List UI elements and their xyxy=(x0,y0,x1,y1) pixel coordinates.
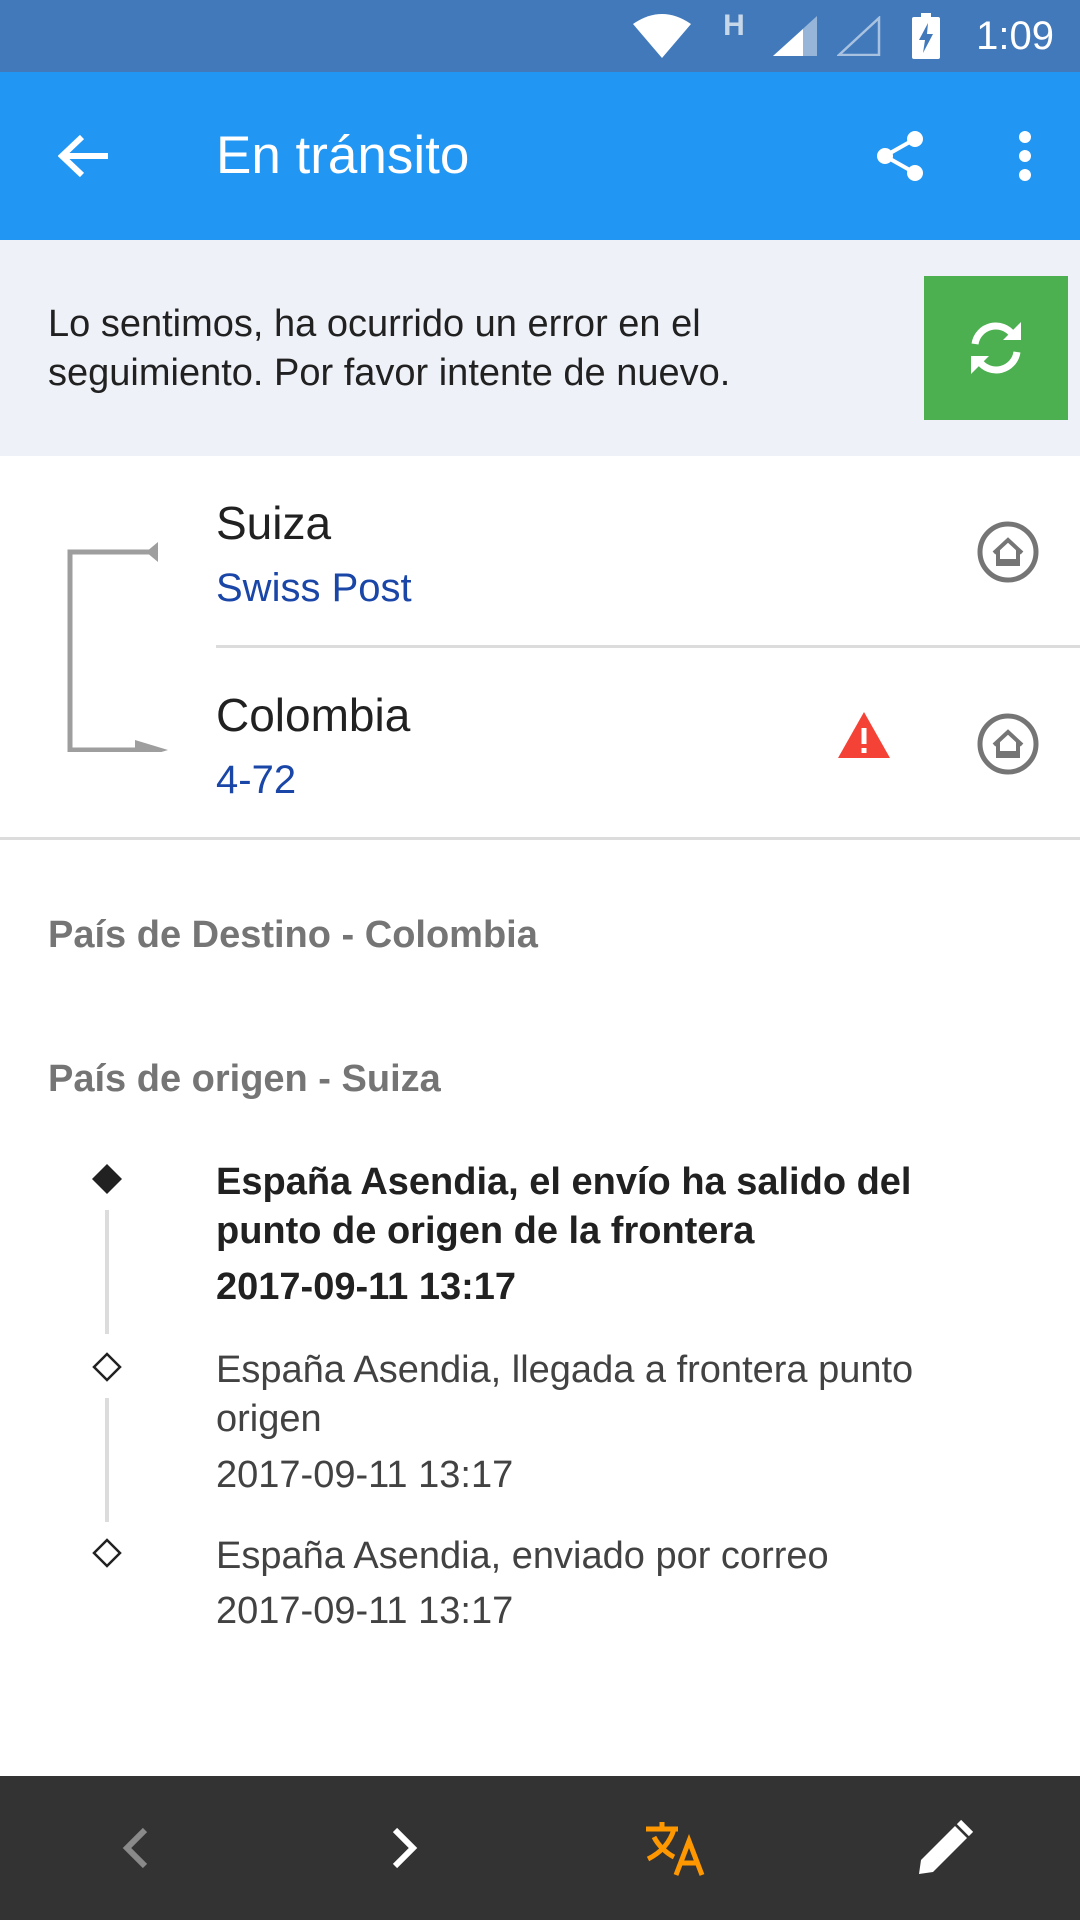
back-button[interactable] xyxy=(40,116,128,196)
refresh-icon xyxy=(971,322,1021,374)
more-options-button[interactable] xyxy=(990,116,1060,196)
app-bar: En tránsito xyxy=(0,72,1080,240)
translate-button[interactable] xyxy=(540,1776,810,1920)
signal-empty-icon xyxy=(836,0,882,72)
next-button[interactable] xyxy=(270,1776,540,1920)
error-message: Lo sentimos, ha ocurrido un error en el … xyxy=(48,303,731,394)
destination-section-header: País de Destino - Colombia xyxy=(48,914,538,956)
carrier-home-icon[interactable] xyxy=(976,520,1040,584)
origin-section-header: País de origen - Suiza xyxy=(48,1058,441,1100)
event-time: 2017-09-11 13:17 xyxy=(216,1454,514,1496)
destination-country: Colombia xyxy=(216,689,411,741)
share-button[interactable] xyxy=(860,116,940,196)
destination-row[interactable]: Colombia 4-72 xyxy=(216,648,1080,840)
retry-button[interactable] xyxy=(924,276,1068,420)
timeline-connector xyxy=(105,1210,109,1334)
diamond-outline-icon xyxy=(92,1538,122,1568)
event-description: España Asendia, enviado por correo xyxy=(216,1535,829,1577)
event-time: 2017-09-11 13:17 xyxy=(216,1266,517,1308)
event-time: 2017-09-11 13:17 xyxy=(216,1590,514,1632)
edit-icon xyxy=(919,1820,973,1874)
bottom-toolbar xyxy=(0,1776,1080,1920)
event-description: España Asendia, llegada a frontera punto… xyxy=(216,1349,914,1440)
route-card: Suiza Swiss Post Colombia 4-72 xyxy=(0,456,1080,840)
event-description: España Asendia, el envío ha salido del p… xyxy=(216,1161,912,1252)
edit-button[interactable] xyxy=(810,1776,1080,1920)
diamond-filled-icon xyxy=(92,1164,122,1194)
origin-row[interactable]: Suiza Swiss Post xyxy=(216,456,1080,648)
wifi-icon xyxy=(630,0,694,72)
arrow-back-icon xyxy=(58,134,108,178)
battery-charging-icon xyxy=(910,0,942,72)
previous-button[interactable] xyxy=(0,1776,270,1920)
origin-country: Suiza xyxy=(216,497,332,549)
more-vert-icon xyxy=(1019,131,1031,181)
share-icon xyxy=(877,131,923,181)
network-type-label: H xyxy=(723,9,745,42)
timeline-connector xyxy=(105,1398,109,1522)
status-time: 1:09 xyxy=(976,14,1054,58)
carrier-home-icon[interactable] xyxy=(976,712,1040,776)
status-bar: H 1:09 xyxy=(0,0,1080,72)
page-title: En tránsito xyxy=(216,126,470,185)
translate-icon xyxy=(646,1822,705,1876)
chevron-right-icon xyxy=(392,1827,418,1869)
destination-carrier-link[interactable]: 4-72 xyxy=(216,758,296,803)
warning-icon xyxy=(838,712,890,758)
chevron-left-icon xyxy=(122,1827,148,1869)
diamond-outline-icon xyxy=(92,1352,122,1382)
origin-carrier-link[interactable]: Swiss Post xyxy=(216,566,412,611)
signal-icon xyxy=(772,0,818,72)
route-bracket-icon xyxy=(67,542,168,752)
error-banner: Lo sentimos, ha ocurrido un error en el … xyxy=(0,240,1080,456)
